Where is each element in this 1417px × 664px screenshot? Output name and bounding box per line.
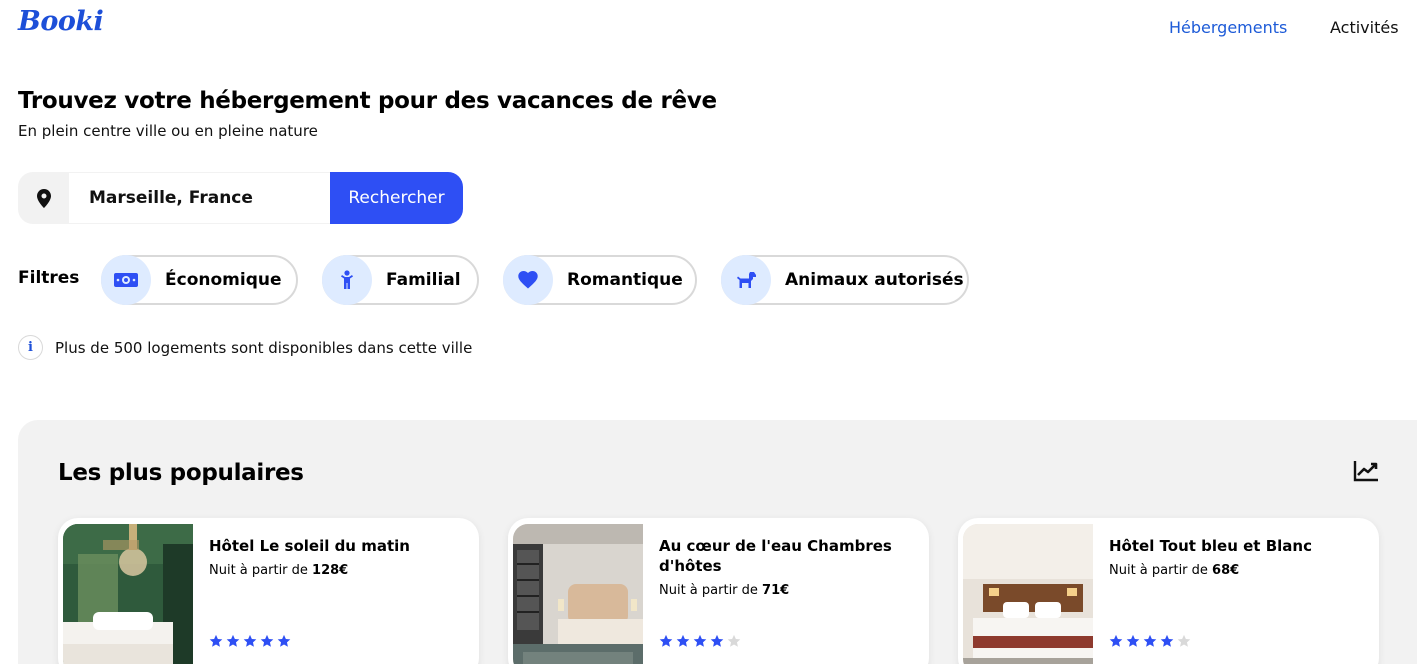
star-filled-icon xyxy=(260,634,274,647)
hotel-name: Au cœur de l'eau Chambres d'hôtes xyxy=(659,537,892,575)
price-value: 68€ xyxy=(1212,563,1240,578)
hotel-image xyxy=(963,524,1093,664)
filter-romantique[interactable]: Romantique xyxy=(503,255,697,305)
filters-label: Filtres xyxy=(18,268,80,288)
filter-economique[interactable]: Économique xyxy=(101,255,298,305)
filter-label: Romantique xyxy=(567,270,683,290)
nav-link-hebergements[interactable]: Hébergements xyxy=(1169,18,1287,37)
child-icon xyxy=(322,255,372,305)
rating-stars xyxy=(659,634,741,648)
price-value: 71€ xyxy=(762,583,790,598)
card-body: Hôtel Le soleil du matin Nuit à partir d… xyxy=(209,536,459,578)
filter-label: Animaux autorisés xyxy=(785,270,964,290)
price-prefix: Nuit à partir de xyxy=(659,583,758,598)
page-subtitle: En plein centre ville ou en pleine natur… xyxy=(18,122,318,140)
star-filled-icon xyxy=(693,634,707,647)
map-pin-icon xyxy=(18,172,69,224)
search-input[interactable] xyxy=(69,172,330,224)
popular-section: Les plus populaires Hôtel Le soleil du m… xyxy=(18,420,1417,664)
search-button[interactable]: Rechercher xyxy=(330,172,463,224)
price-value: 128€ xyxy=(312,563,349,578)
info-notice: i Plus de 500 logements sont disponibles… xyxy=(18,335,472,360)
filter-label: Économique xyxy=(165,270,282,290)
hotel-name: Hôtel Le soleil du matin xyxy=(209,537,410,555)
info-icon: i xyxy=(18,335,43,360)
star-empty-icon xyxy=(1177,634,1191,647)
hotel-price: Nuit à partir de 71€ xyxy=(659,583,909,598)
header: Booki Hébergements Activités xyxy=(0,0,1417,56)
filter-animaux-autorises[interactable]: Animaux autorisés xyxy=(721,255,969,305)
nav-link-activites[interactable]: Activités xyxy=(1330,18,1399,37)
trend-chart-icon xyxy=(1353,460,1379,486)
star-filled-icon xyxy=(243,634,257,647)
star-filled-icon xyxy=(209,634,223,647)
search-bar: Rechercher xyxy=(18,172,463,224)
section-title: Les plus populaires xyxy=(58,460,304,486)
dog-icon xyxy=(721,255,771,305)
hotel-price: Nuit à partir de 128€ xyxy=(209,563,459,578)
star-filled-icon xyxy=(1109,634,1123,647)
hotel-price: Nuit à partir de 68€ xyxy=(1109,563,1359,578)
star-filled-icon xyxy=(1143,634,1157,647)
price-prefix: Nuit à partir de xyxy=(1109,563,1208,578)
star-empty-icon xyxy=(727,634,741,647)
heart-icon xyxy=(503,255,553,305)
booki-logo[interactable]: Booki xyxy=(18,6,104,37)
hotel-image xyxy=(63,524,193,664)
star-filled-icon xyxy=(659,634,673,647)
hotel-card[interactable]: Hôtel Tout bleu et Blanc Nuit à partir d… xyxy=(958,518,1379,664)
filter-label: Familial xyxy=(386,270,461,290)
hotel-image xyxy=(513,524,643,664)
star-filled-icon xyxy=(676,634,690,647)
rating-stars xyxy=(209,634,291,648)
rating-stars xyxy=(1109,634,1191,648)
card-body: Hôtel Tout bleu et Blanc Nuit à partir d… xyxy=(1109,536,1359,578)
info-text: Plus de 500 logements sont disponibles d… xyxy=(55,338,473,357)
money-icon xyxy=(101,255,151,305)
star-filled-icon xyxy=(1126,634,1140,647)
price-prefix: Nuit à partir de xyxy=(209,563,308,578)
card-body: Au cœur de l'eau Chambres d'hôtes Nuit à… xyxy=(659,536,909,598)
hotel-card[interactable]: Au cœur de l'eau Chambres d'hôtes Nuit à… xyxy=(508,518,929,664)
star-filled-icon xyxy=(1160,634,1174,647)
page-title: Trouvez votre hébergement pour des vacan… xyxy=(18,88,717,114)
star-filled-icon xyxy=(277,634,291,647)
hotel-name: Hôtel Tout bleu et Blanc xyxy=(1109,537,1312,555)
star-filled-icon xyxy=(710,634,724,647)
star-filled-icon xyxy=(226,634,240,647)
filter-familial[interactable]: Familial xyxy=(322,255,479,305)
hotel-card[interactable]: Hôtel Le soleil du matin Nuit à partir d… xyxy=(58,518,479,664)
